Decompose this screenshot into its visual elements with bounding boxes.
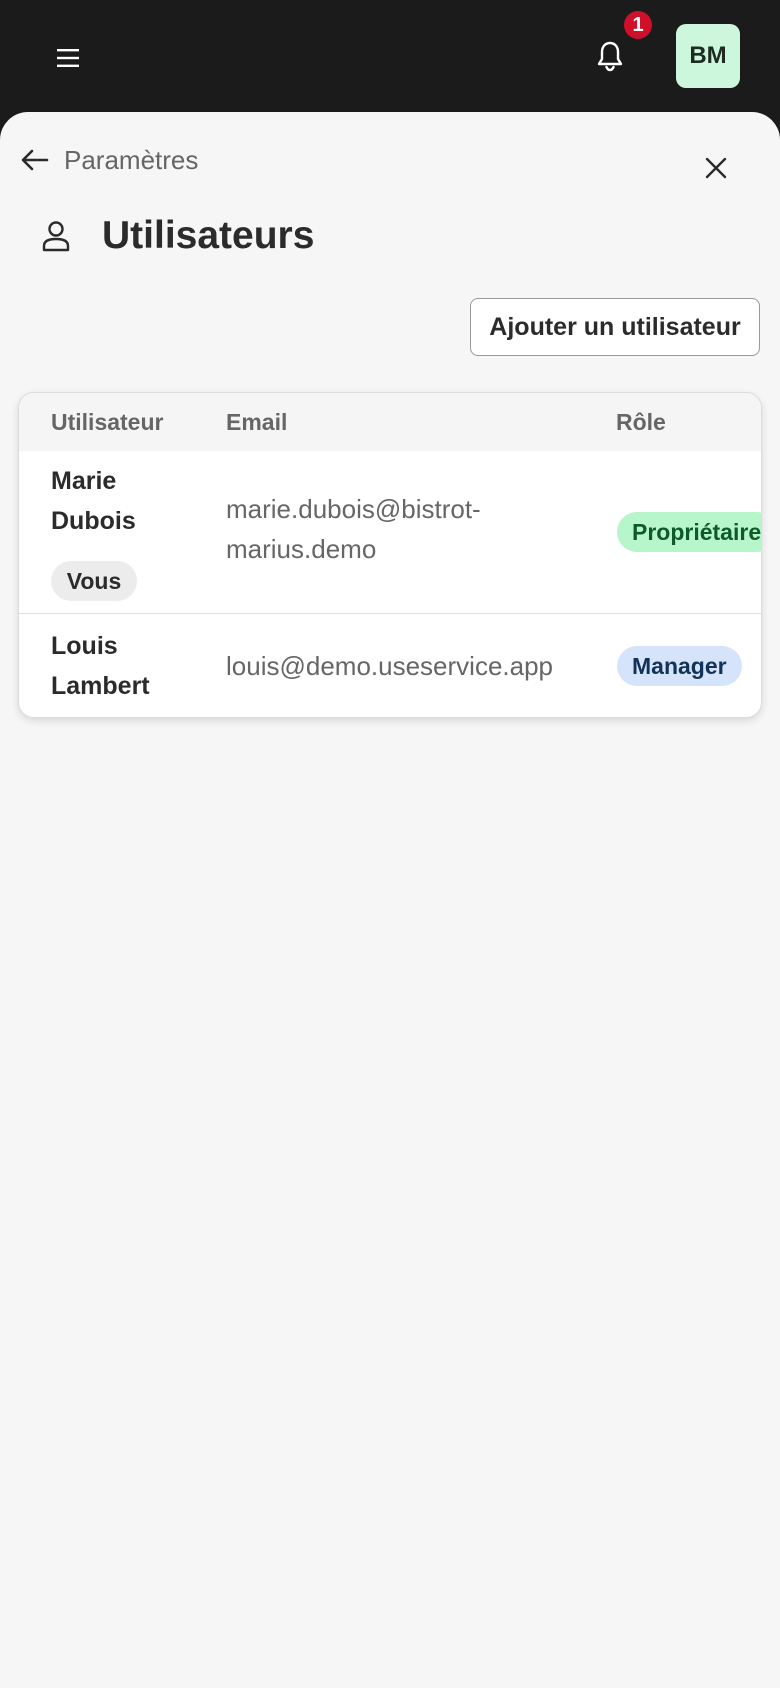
role-badge-owner: Propriétaire: [617, 512, 761, 552]
settings-sheet: Paramètres Utilisateurs Ajouter un utili…: [0, 112, 780, 1688]
add-user-button[interactable]: Ajouter un utilisateur: [470, 298, 760, 356]
avatar[interactable]: BM: [676, 24, 740, 88]
close-button[interactable]: [692, 144, 740, 192]
role-badge-manager: Manager: [617, 646, 742, 686]
bell-icon: [597, 41, 623, 72]
page-header: Utilisateurs: [40, 206, 314, 266]
user-email-line: marie.dubois@bistrot-: [226, 494, 481, 524]
table-row[interactable]: Marie Dubois Vous marie.dubois@bistrot- …: [19, 451, 761, 614]
column-header-email: Email: [226, 408, 288, 435]
column-header-user: Utilisateur: [51, 408, 164, 435]
user-first-name: Marie: [51, 467, 117, 495]
menu-button[interactable]: [44, 34, 92, 82]
user-email-line: marius.demo: [226, 534, 377, 564]
close-icon: [705, 157, 727, 179]
column-header-role: Rôle: [616, 408, 666, 435]
arrow-left-icon: [21, 149, 49, 171]
user-first-name: Louis: [51, 632, 118, 660]
user-icon: [42, 221, 70, 252]
notifications-button[interactable]: [584, 30, 636, 82]
table-row[interactable]: Louis Lambert louis@demo.useservice.app …: [19, 614, 761, 717]
user-last-name: Dubois: [51, 507, 136, 535]
notification-count-badge: 1: [624, 11, 652, 39]
menu-icon: [57, 49, 79, 67]
user-last-name: Lambert: [51, 672, 150, 700]
breadcrumb-back-link[interactable]: Paramètres: [20, 138, 198, 182]
breadcrumb-label: Paramètres: [64, 144, 199, 175]
users-table: Utilisateur Email Rôle Marie Dubois Vous…: [18, 392, 762, 718]
current-user-badge: Vous: [51, 561, 137, 601]
table-header: Utilisateur Email Rôle: [19, 393, 761, 452]
user-email-line: louis@demo.useservice.app: [226, 651, 554, 681]
page-title: Utilisateurs: [102, 214, 315, 257]
top-bar: 1 BM: [0, 0, 780, 112]
